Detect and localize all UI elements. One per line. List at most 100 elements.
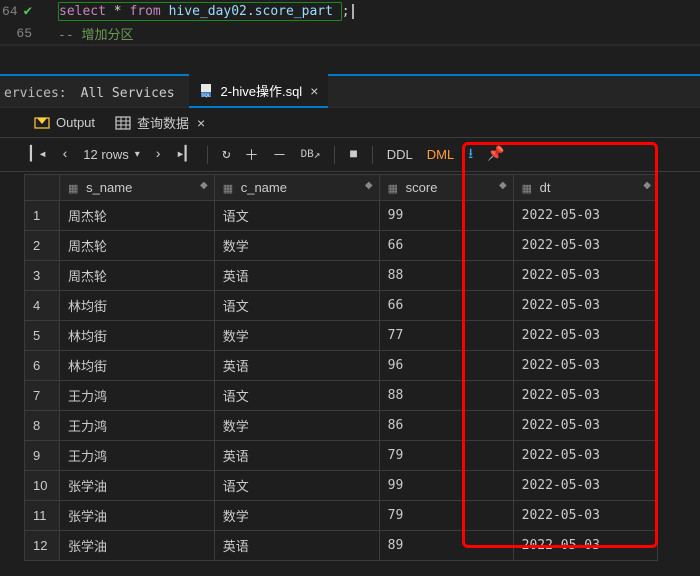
cell-c_name[interactable]: 数学 — [214, 501, 379, 531]
cell-dt[interactable]: 2022-05-03 — [513, 471, 657, 501]
cell-c_name[interactable]: 语文 — [214, 291, 379, 321]
col-c_name[interactable]: ▦ c_name ◆ — [214, 175, 379, 201]
cell-dt[interactable]: 2022-05-03 — [513, 291, 657, 321]
row-number[interactable]: 1 — [25, 201, 60, 231]
last-page-icon[interactable]: ▸▎ — [176, 146, 193, 163]
cell-s_name[interactable]: 王力鸿 — [60, 441, 215, 471]
dml-button[interactable]: DML — [427, 147, 454, 162]
cell-score[interactable]: 77 — [379, 321, 513, 351]
code-line-65[interactable]: 65 -- 增加分区 — [0, 22, 700, 44]
table-row[interactable]: 5林均街数学772022-05-03 — [25, 321, 658, 351]
cell-score[interactable]: 99 — [379, 471, 513, 501]
cell-s_name[interactable]: 林均街 — [60, 351, 215, 381]
tab-output[interactable]: Output — [24, 111, 105, 135]
cell-score[interactable]: 96 — [379, 351, 513, 381]
cell-dt[interactable]: 2022-05-03 — [513, 231, 657, 261]
cell-dt[interactable]: 2022-05-03 — [513, 501, 657, 531]
cell-s_name[interactable]: 林均街 — [60, 321, 215, 351]
cell-dt[interactable]: 2022-05-03 — [513, 201, 657, 231]
row-number[interactable]: 10 — [25, 471, 60, 501]
sort-icon[interactable]: ◆ — [200, 180, 208, 191]
rownum-header[interactable] — [25, 175, 60, 201]
cell-score[interactable]: 86 — [379, 411, 513, 441]
cell-s_name[interactable]: 林均街 — [60, 291, 215, 321]
table-row[interactable]: 7王力鸿语文882022-05-03 — [25, 381, 658, 411]
cell-score[interactable]: 66 — [379, 291, 513, 321]
remove-row-icon[interactable]: － — [273, 145, 287, 165]
cell-dt[interactable]: 2022-05-03 — [513, 321, 657, 351]
pin-icon[interactable]: 📌 — [487, 146, 504, 163]
row-number[interactable]: 9 — [25, 441, 60, 471]
table-row[interactable]: 6林均街英语962022-05-03 — [25, 351, 658, 381]
stop-icon[interactable]: ■ — [349, 147, 357, 163]
cell-s_name[interactable]: 张学油 — [60, 531, 215, 561]
cell-s_name[interactable]: 周杰轮 — [60, 261, 215, 291]
cell-s_name[interactable]: 王力鸿 — [60, 381, 215, 411]
cell-score[interactable]: 99 — [379, 201, 513, 231]
col-score[interactable]: ▦ score ◆ — [379, 175, 513, 201]
cell-dt[interactable]: 2022-05-03 — [513, 261, 657, 291]
cell-c_name[interactable]: 英语 — [214, 351, 379, 381]
cell-c_name[interactable]: 语文 — [214, 381, 379, 411]
col-dt[interactable]: ▦ dt ◆ — [513, 175, 657, 201]
table-row[interactable]: 10张学油语文992022-05-03 — [25, 471, 658, 501]
cell-c_name[interactable]: 数学 — [214, 231, 379, 261]
cell-dt[interactable]: 2022-05-03 — [513, 381, 657, 411]
cell-score[interactable]: 88 — [379, 261, 513, 291]
table-row[interactable]: 2周杰轮数学662022-05-03 — [25, 231, 658, 261]
cell-dt[interactable]: 2022-05-03 — [513, 411, 657, 441]
row-number[interactable]: 7 — [25, 381, 60, 411]
file-tab-sql[interactable]: SQL 2-hive操作.sql × — [189, 74, 329, 108]
row-number[interactable]: 11 — [25, 501, 60, 531]
col-s_name[interactable]: ▦ s_name ◆ — [60, 175, 215, 201]
row-number[interactable]: 2 — [25, 231, 60, 261]
cell-c_name[interactable]: 英语 — [214, 531, 379, 561]
table-row[interactable]: 1周杰轮语文992022-05-03 — [25, 201, 658, 231]
table-row[interactable]: 8王力鸿数学862022-05-03 — [25, 411, 658, 441]
prev-page-icon[interactable]: ‹ — [61, 147, 69, 163]
sort-icon[interactable]: ◆ — [643, 180, 651, 191]
code-editor[interactable]: 64 ✔ select * from hive_day02.score_part… — [0, 0, 700, 44]
cell-c_name[interactable]: 英语 — [214, 441, 379, 471]
cell-dt[interactable]: 2022-05-03 — [513, 351, 657, 381]
cell-score[interactable]: 79 — [379, 441, 513, 471]
row-number[interactable]: 8 — [25, 411, 60, 441]
rows-dropdown[interactable]: 12 rows ▾ — [83, 147, 140, 162]
cell-score[interactable]: 89 — [379, 531, 513, 561]
cell-c_name[interactable]: 英语 — [214, 261, 379, 291]
table-row[interactable]: 9王力鸿英语792022-05-03 — [25, 441, 658, 471]
all-services-link[interactable]: All Services — [81, 86, 189, 107]
code-line-64[interactable]: 64 ✔ select * from hive_day02.score_part… — [0, 0, 700, 22]
table-row[interactable]: 4林均街语文662022-05-03 — [25, 291, 658, 321]
close-icon[interactable]: × — [197, 115, 205, 131]
row-number[interactable]: 5 — [25, 321, 60, 351]
cell-c_name[interactable]: 语文 — [214, 201, 379, 231]
cell-score[interactable]: 88 — [379, 381, 513, 411]
close-icon[interactable]: × — [310, 83, 318, 99]
next-page-icon[interactable]: › — [154, 147, 162, 163]
ddl-button[interactable]: DDL — [387, 147, 413, 162]
sort-icon[interactable]: ◆ — [365, 180, 373, 191]
cell-s_name[interactable]: 周杰轮 — [60, 231, 215, 261]
cell-s_name[interactable]: 张学油 — [60, 501, 215, 531]
cell-c_name[interactable]: 数学 — [214, 321, 379, 351]
cell-score[interactable]: 79 — [379, 501, 513, 531]
results-table[interactable]: ▦ s_name ◆ ▦ c_name ◆ ▦ score ◆ ▦ dt — [24, 174, 658, 561]
cell-dt[interactable]: 2022-05-03 — [513, 531, 657, 561]
row-number[interactable]: 6 — [25, 351, 60, 381]
table-row[interactable]: 11张学油数学792022-05-03 — [25, 501, 658, 531]
sort-icon[interactable]: ◆ — [499, 180, 507, 191]
cell-s_name[interactable]: 王力鸿 — [60, 411, 215, 441]
table-row[interactable]: 12张学油英语892022-05-03 — [25, 531, 658, 561]
db-icon[interactable]: DB↗ — [301, 148, 321, 162]
panel-divider[interactable] — [0, 44, 700, 76]
cell-dt[interactable]: 2022-05-03 — [513, 441, 657, 471]
row-number[interactable]: 3 — [25, 261, 60, 291]
cell-c_name[interactable]: 语文 — [214, 471, 379, 501]
cell-s_name[interactable]: 周杰轮 — [60, 201, 215, 231]
row-number[interactable]: 12 — [25, 531, 60, 561]
add-row-icon[interactable]: ＋ — [245, 145, 259, 165]
cell-s_name[interactable]: 张学油 — [60, 471, 215, 501]
table-row[interactable]: 3周杰轮英语882022-05-03 — [25, 261, 658, 291]
refresh-icon[interactable]: ↻ — [222, 146, 230, 163]
